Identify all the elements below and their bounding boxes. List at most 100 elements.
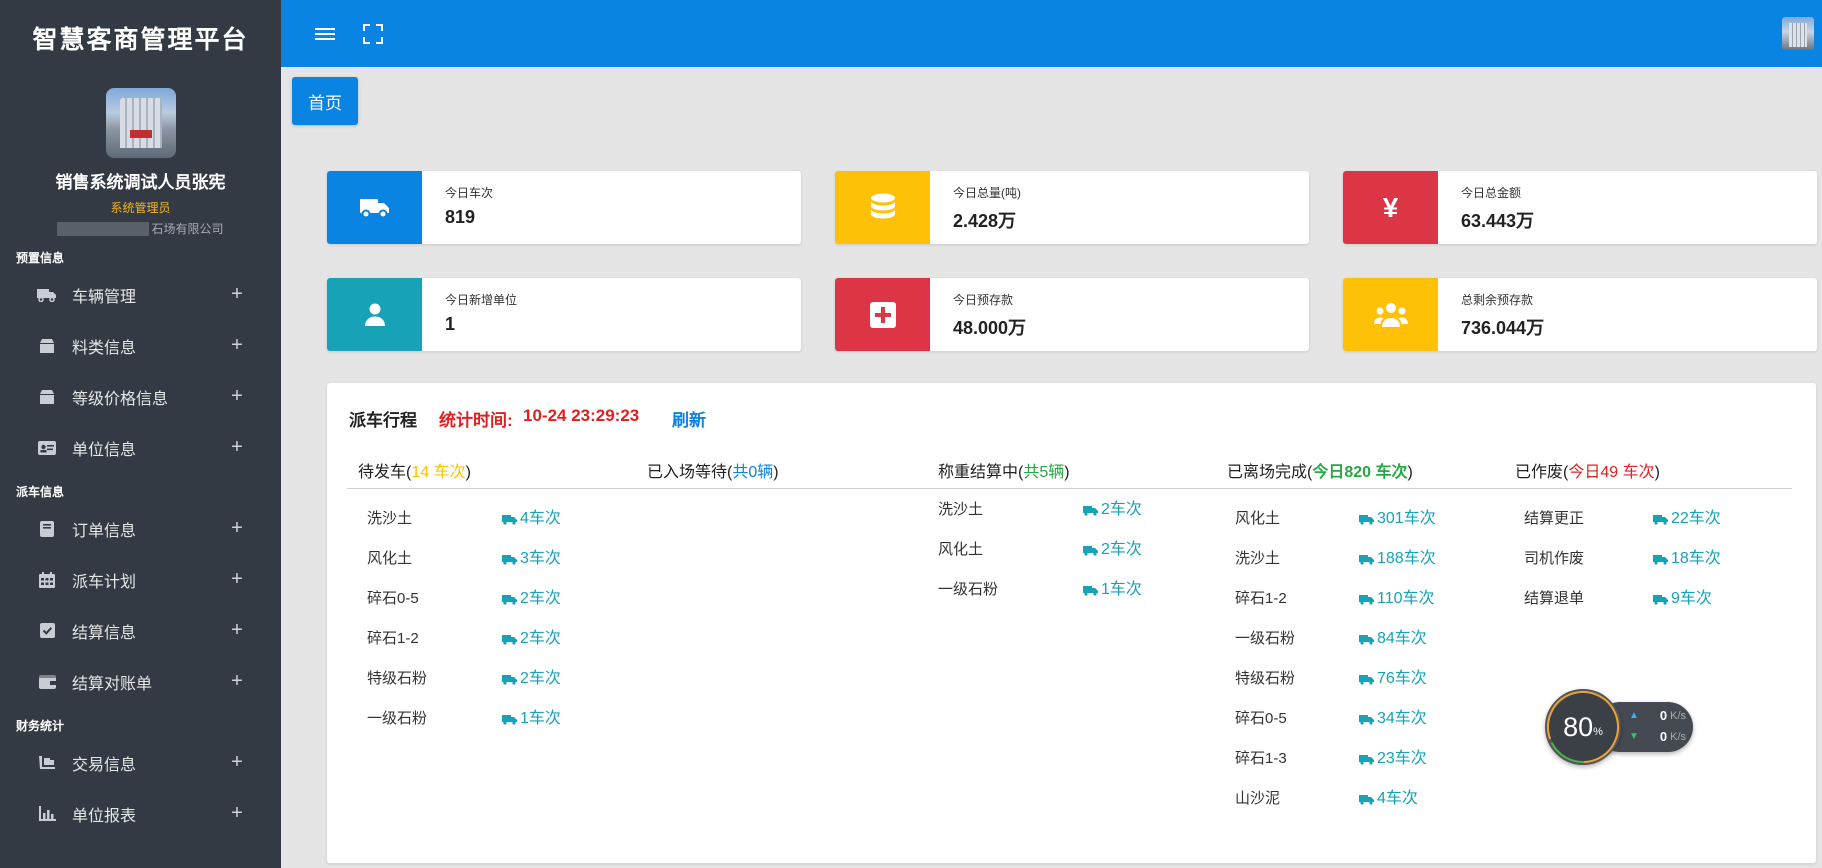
dispatch-material: 风化土 — [367, 550, 413, 567]
truck-icon — [36, 286, 58, 304]
expand-icon: + — [231, 517, 243, 539]
sidebar-item-statement[interactable]: 结算对账单 + — [0, 656, 281, 707]
stat-time-label: 统计时间: — [439, 411, 513, 430]
dispatch-material: 司机作废 — [1524, 550, 1585, 567]
dispatch-count-link[interactable]: 84车次 — [1359, 629, 1427, 649]
avatar[interactable] — [105, 88, 176, 158]
truck-icon — [1359, 634, 1374, 645]
arrow-down-icon: ▼ — [1629, 731, 1639, 742]
dispatch-count-link[interactable]: 23车次 — [1359, 749, 1427, 769]
user-icon — [327, 278, 422, 351]
dispatch-material: 碎石1-3 — [1235, 750, 1287, 767]
dispatch-count-link[interactable]: 110车次 — [1359, 589, 1435, 609]
truck-icon — [1083, 505, 1098, 516]
column-header-pending: 待发车(14 车次) — [358, 464, 471, 481]
stat-value: 1 — [445, 314, 456, 334]
truck-icon — [1359, 594, 1374, 605]
tab-home[interactable]: 首页 — [292, 77, 358, 125]
wallet-icon — [36, 673, 58, 691]
dispatch-count-link[interactable]: 1车次 — [1083, 580, 1142, 600]
section-preset: 预置信息 — [16, 251, 65, 265]
truck-icon — [1653, 594, 1668, 605]
truck-icon — [502, 554, 517, 565]
redacted-block — [57, 221, 150, 236]
stat-value: 736.044万 — [1461, 318, 1545, 338]
refresh-link[interactable]: 刷新 — [672, 406, 706, 431]
dispatch-count-link[interactable]: 18车次 — [1653, 549, 1721, 569]
truck-icon — [502, 634, 517, 645]
dispatch-count-link[interactable]: 2车次 — [1083, 540, 1142, 560]
truck-icon — [1653, 554, 1668, 565]
dispatch-count-link[interactable]: 4车次 — [1359, 789, 1418, 809]
database-icon — [835, 171, 930, 244]
dispatch-material: 一级石粉 — [367, 710, 428, 727]
sidebar-item-material[interactable]: 料类信息 + — [0, 320, 281, 371]
dispatch-panel: 派车行程 统计时间: 10-24 23:29:23 刷新 待发车(14 车次) … — [327, 383, 1816, 863]
truck-icon — [1359, 714, 1374, 725]
dispatch-material: 碎石1-2 — [367, 630, 419, 647]
cpu-usage-ring: 80% — [1545, 689, 1621, 765]
dispatch-count-link[interactable]: 2车次 — [502, 629, 561, 649]
box-icon — [36, 337, 58, 355]
sidebar-item-unit-report[interactable]: 单位报表 + — [0, 788, 281, 839]
dispatch-count-link[interactable]: 301车次 — [1359, 509, 1436, 529]
expand-icon: + — [231, 385, 243, 407]
header-divider — [347, 488, 1792, 489]
dispatch-material: 结算退单 — [1524, 590, 1585, 607]
dispatch-material: 特级石粉 — [367, 670, 428, 687]
fullscreen-button[interactable] — [359, 20, 387, 48]
sidebar-item-settlement[interactable]: 结算信息 + — [0, 605, 281, 656]
dispatch-count-link[interactable]: 2车次 — [502, 669, 561, 689]
sidebar-item-unit[interactable]: 单位信息 + — [0, 422, 281, 473]
yen-icon: ¥ — [1343, 171, 1438, 244]
column-header-completed: 已离场完成(今日820 车次) — [1227, 464, 1413, 481]
dispatch-count-link[interactable]: 2车次 — [1083, 500, 1142, 520]
sidebar-item-grade-price[interactable]: 等级价格信息 + — [0, 371, 281, 422]
column-header-weighing: 称重结算中(共5辆) — [938, 464, 1070, 481]
network-speed-widget[interactable]: ▲ 0 K/s ▼ 0 K/s 80% — [1545, 689, 1693, 765]
dispatch-material: 一级石粉 — [938, 581, 999, 598]
dispatch-material: 洗沙土 — [367, 510, 413, 527]
truck-icon — [502, 674, 517, 685]
dispatch-count-link[interactable]: 34车次 — [1359, 709, 1427, 729]
stat-card-new-units: 今日新增单位 1 — [327, 278, 801, 351]
bar-chart-icon — [36, 805, 58, 823]
user-company: 石场有限公司 — [0, 220, 281, 237]
expand-icon: + — [231, 802, 243, 824]
dispatch-count-link[interactable]: 1车次 — [502, 709, 561, 729]
stat-card-trips: 今日车次 819 — [327, 171, 801, 244]
dispatch-count-link[interactable]: 3车次 — [502, 549, 561, 569]
sidebar-item-order[interactable]: 订单信息 + — [0, 503, 281, 554]
truck-icon — [1359, 674, 1374, 685]
expand-icon: + — [231, 568, 243, 590]
dispatch-count-link[interactable]: 4车次 — [502, 509, 561, 529]
truck-icon — [1083, 545, 1098, 556]
dispatch-material: 风化土 — [938, 541, 984, 558]
calendar-icon — [36, 571, 58, 589]
dispatch-material: 风化土 — [1235, 510, 1281, 527]
fullscreen-icon — [363, 24, 383, 44]
section-finance: 财务统计 — [16, 719, 65, 733]
sidebar-item-transactions[interactable]: 交易信息 + — [0, 737, 281, 788]
user-profile: 销售系统调试人员张宪 系统管理员 石场有限公司 — [0, 88, 281, 237]
dispatch-material: 山沙泥 — [1235, 790, 1281, 807]
panel-title: 派车行程 — [349, 411, 417, 430]
dispatch-count-link[interactable]: 22车次 — [1653, 509, 1721, 529]
stat-time-value: 10-24 23:29:23 — [523, 406, 640, 425]
sidebar-item-vehicle[interactable]: 车辆管理 + — [0, 269, 281, 320]
expand-icon: + — [231, 283, 243, 305]
dispatch-count-link[interactable]: 188车次 — [1359, 549, 1436, 569]
dispatch-count-link[interactable]: 76车次 — [1359, 669, 1427, 689]
sidebar-item-dispatch-plan[interactable]: 派车计划 + — [0, 554, 281, 605]
dispatch-material: 碎石0-5 — [367, 590, 419, 607]
dispatch-count-link[interactable]: 2车次 — [502, 589, 561, 609]
truck-icon — [502, 594, 517, 605]
dispatch-count-link[interactable]: 9车次 — [1653, 589, 1712, 609]
truck-icon — [1083, 585, 1098, 596]
truck-icon — [327, 171, 422, 244]
expand-icon: + — [231, 751, 243, 773]
truck-icon — [1359, 794, 1374, 805]
user-avatar[interactable] — [1782, 17, 1814, 50]
hamburger-icon — [315, 28, 335, 40]
menu-toggle-button[interactable] — [311, 20, 339, 48]
